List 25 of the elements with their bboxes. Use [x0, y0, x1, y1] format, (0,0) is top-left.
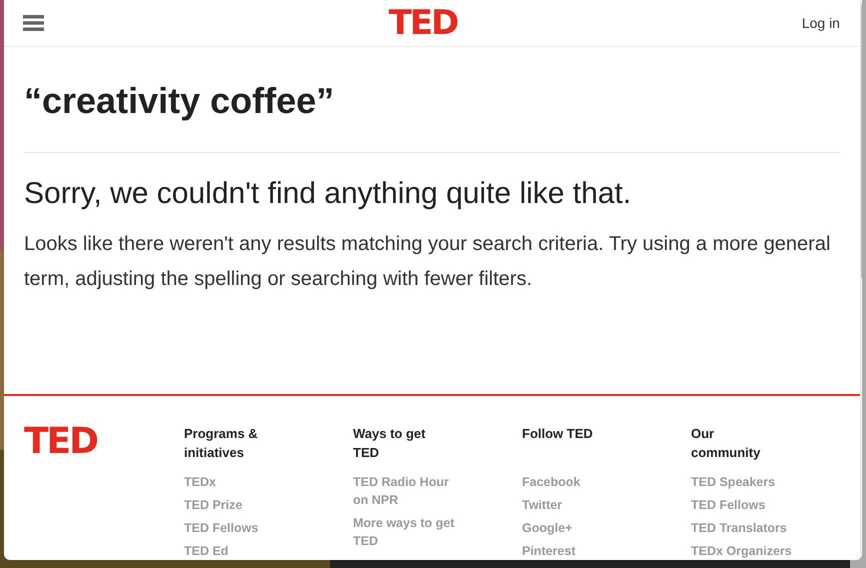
footer-column-title: Programs & initiatives [184, 425, 259, 462]
footer-link[interactable]: TED Speakers [691, 473, 803, 491]
footer-link[interactable]: Pinterest [522, 542, 634, 560]
footer-link[interactable]: TED Radio Hour on NPR [353, 473, 465, 509]
no-results-heading: Sorry, we couldn't find anything quite like that. [24, 176, 632, 211]
footer-link[interactable]: Facebook [522, 473, 634, 491]
footer-link[interactable]: TED Fellows [691, 496, 803, 514]
footer-link[interactable]: TEDx [184, 473, 296, 491]
footer-link[interactable]: More ways to get TED [353, 514, 465, 550]
footer-column-title: Follow TED [522, 425, 594, 443]
footer-link[interactable]: TED Prize [184, 496, 296, 514]
no-results-text: Looks like there weren't any results matching your search criteria. Try using a more general term, adjusting the spelling or searching with fewer filters. [24, 232, 832, 292]
footer-link[interactable]: TED Fellows [184, 519, 296, 537]
menu-icon[interactable] [23, 14, 44, 31]
footer-column-title: Our community [691, 425, 762, 462]
footer-link[interactable]: Twitter [522, 496, 634, 514]
footer-link[interactable]: TEDx Organizers [691, 542, 803, 560]
footer-ted-logo[interactable]: TED [24, 421, 98, 462]
footer-link[interactable]: Google+ [522, 519, 634, 537]
footer-link[interactable]: TED Translators [691, 519, 803, 537]
footer-link[interactable]: TED Ed [184, 542, 296, 560]
search-query-title: “creativity coffee” [24, 80, 840, 153]
footer-column-title: Ways to get TED [353, 425, 426, 462]
ted-logo[interactable]: TED [388, 6, 458, 40]
login-link[interactable]: Log in [802, 14, 840, 31]
